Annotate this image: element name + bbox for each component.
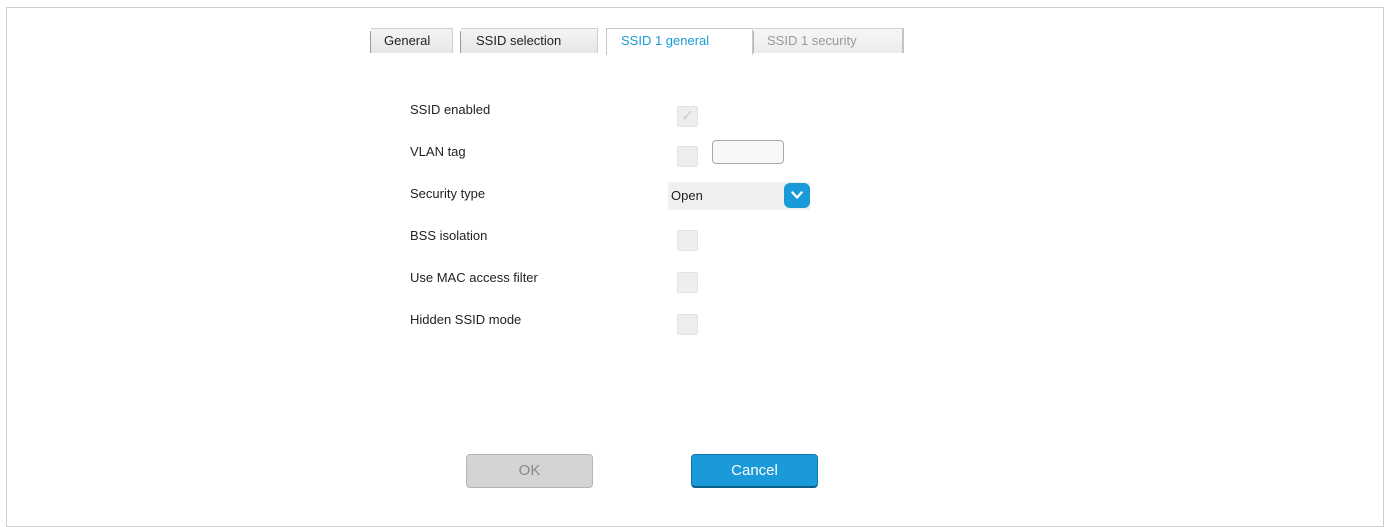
tab-general[interactable]: General [370,28,453,53]
ssid-enabled-label: SSID enabled [410,102,491,117]
ok-button[interactable]: OK [466,454,593,488]
tab-ssid-1-security: SSID 1 security [753,28,904,53]
chevron-down-icon[interactable] [784,183,810,208]
hidden-ssid-checkbox[interactable] [677,314,698,335]
mac-filter-label: Use MAC access filter [410,270,538,285]
tab-ssid-1-general[interactable]: SSID 1 general [606,28,753,55]
vlan-tag-input[interactable] [712,140,784,164]
checkmark-icon: ✓ [681,108,695,125]
dialog-panel [6,7,1384,527]
security-type-label: Security type [410,186,486,201]
bss-isolation-checkbox[interactable] [677,230,698,251]
vlan-tag-label: VLAN tag [410,144,466,159]
cancel-button[interactable]: Cancel [691,454,818,488]
security-type-select[interactable]: Open [668,182,810,210]
tab-ssid-selection[interactable]: SSID selection [460,28,598,53]
mac-filter-checkbox[interactable] [677,272,698,293]
bss-isolation-label: BSS isolation [410,228,488,243]
ssid-enabled-checkbox: ✓ [677,106,698,127]
security-type-value: Open [671,188,703,203]
vlan-tag-checkbox[interactable] [677,146,698,167]
hidden-ssid-label: Hidden SSID mode [410,312,522,327]
